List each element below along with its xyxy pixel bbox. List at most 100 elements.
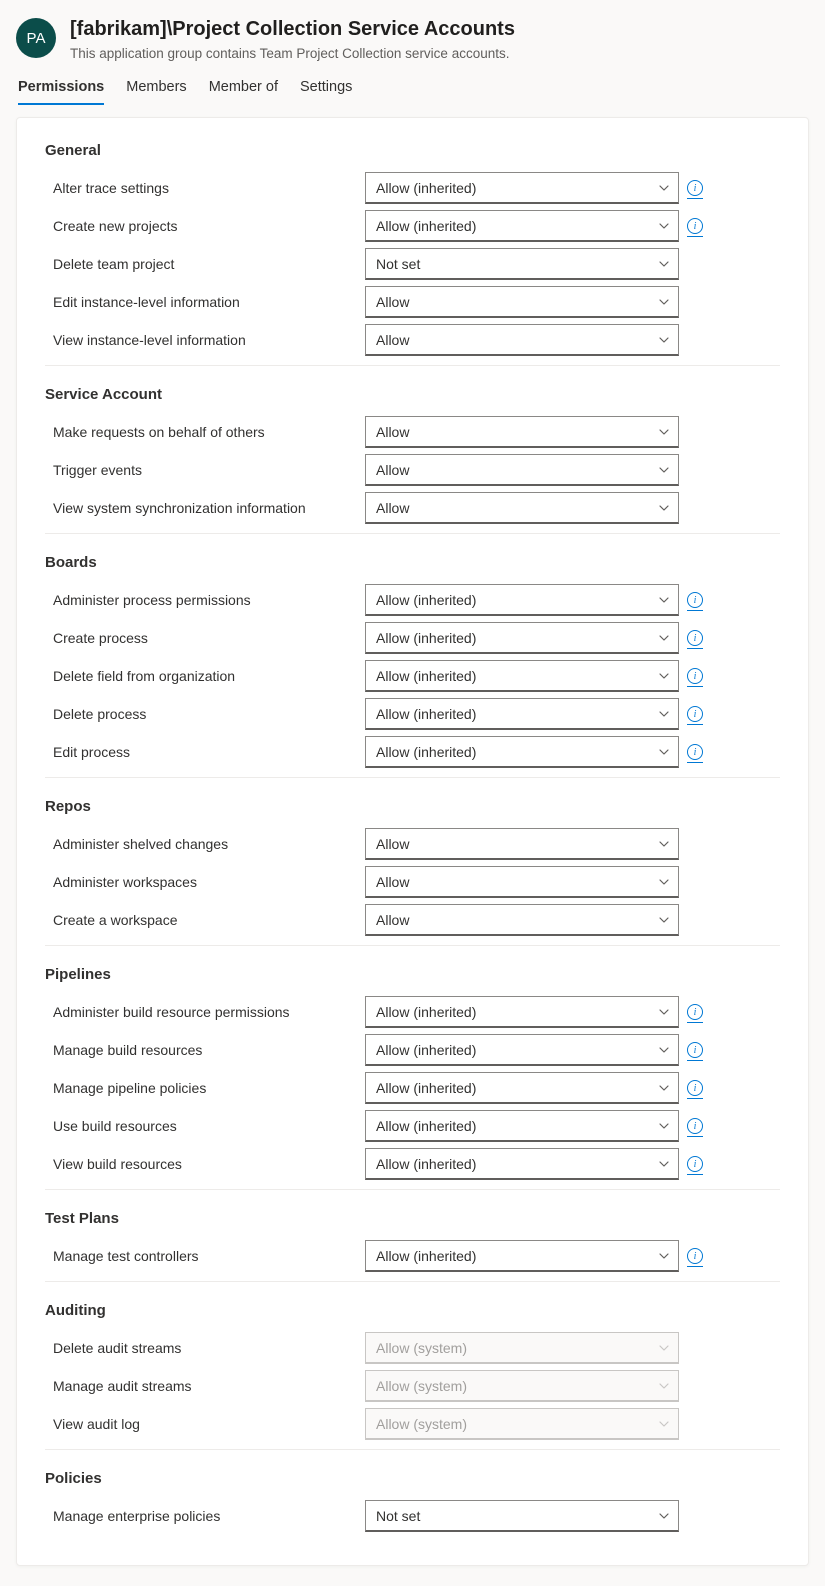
permission-select[interactable]: Not set: [365, 248, 679, 280]
permission-value: Allow (inherited): [376, 1004, 476, 1020]
permission-label: View build resources: [45, 1156, 365, 1172]
section-divider: [45, 945, 780, 946]
permission-label: Edit instance-level information: [45, 294, 365, 310]
permission-select[interactable]: Allow: [365, 454, 679, 486]
section-test-plans: Test PlansManage test controllersAllow (…: [45, 1196, 780, 1282]
permission-label: View audit log: [45, 1416, 365, 1432]
permission-value: Allow (inherited): [376, 744, 476, 760]
inherit-info-icon[interactable]: i: [687, 1004, 703, 1020]
permission-label: Administer build resource permissions: [45, 1004, 365, 1020]
permission-row: Manage pipeline policiesAllow (inherited…: [45, 1069, 780, 1107]
permission-select[interactable]: Allow (inherited): [365, 210, 679, 242]
inherit-info-icon[interactable]: i: [687, 668, 703, 684]
permission-row: Manage audit streams Allow (system): [45, 1367, 780, 1405]
permission-value: Allow: [376, 294, 409, 310]
permission-value: Allow: [376, 874, 409, 890]
permission-label: Administer shelved changes: [45, 836, 365, 852]
permission-select[interactable]: Allow: [365, 286, 679, 318]
inherit-info-cell: i: [679, 706, 711, 722]
inherit-info-icon[interactable]: i: [687, 592, 703, 608]
tab-members[interactable]: Members: [126, 73, 186, 105]
inherit-info-icon[interactable]: i: [687, 1156, 703, 1172]
permission-row: Edit instance-level information Allow: [45, 283, 780, 321]
section-auditing: AuditingDelete audit streamsAllow (syste…: [45, 1288, 780, 1450]
permission-label: View instance-level information: [45, 332, 365, 348]
chevron-down-icon: [658, 464, 670, 476]
inherit-info-cell: i: [679, 1156, 711, 1172]
permission-select[interactable]: Allow: [365, 866, 679, 898]
permission-row: View instance-level information Allow: [45, 321, 780, 359]
inherit-info-icon[interactable]: i: [687, 1042, 703, 1058]
permission-value: Allow: [376, 424, 409, 440]
permission-label: Manage audit streams: [45, 1378, 365, 1394]
permission-row: Alter trace settingsAllow (inherited)i: [45, 169, 780, 207]
section-divider: [45, 1281, 780, 1282]
permission-row: Use build resourcesAllow (inherited) i: [45, 1107, 780, 1145]
inherit-info-cell: i: [679, 592, 711, 608]
chevron-down-icon: [658, 670, 670, 682]
permission-value: Allow (inherited): [376, 630, 476, 646]
permission-select[interactable]: Allow: [365, 828, 679, 860]
tab-permissions[interactable]: Permissions: [18, 73, 104, 105]
inherit-info-icon[interactable]: i: [687, 1118, 703, 1134]
permission-select[interactable]: Allow (inherited): [365, 736, 679, 768]
inherit-info-icon[interactable]: i: [687, 1080, 703, 1096]
inherit-info-cell: i: [679, 180, 711, 196]
inherit-info-icon[interactable]: i: [687, 218, 703, 234]
tab-settings[interactable]: Settings: [300, 73, 352, 105]
section-repos: ReposAdminister shelved changesAllowAdmi…: [45, 784, 780, 946]
section-heading: Repos: [45, 784, 780, 825]
chevron-down-icon: [658, 1006, 670, 1018]
section-heading: Auditing: [45, 1288, 780, 1329]
permission-label: Manage build resources: [45, 1042, 365, 1058]
inherit-info-cell: i: [679, 1248, 711, 1264]
permission-select[interactable]: Allow: [365, 416, 679, 448]
permission-select[interactable]: Allow (inherited): [365, 1072, 679, 1104]
permission-select[interactable]: Allow (inherited): [365, 172, 679, 204]
chevron-down-icon: [658, 1418, 670, 1430]
chevron-down-icon: [658, 426, 670, 438]
inherit-info-icon[interactable]: i: [687, 744, 703, 760]
inherit-info-icon[interactable]: i: [687, 1248, 703, 1264]
permission-value: Allow (inherited): [376, 1156, 476, 1172]
permission-value: Allow: [376, 332, 409, 348]
permission-value: Allow (system): [376, 1378, 467, 1394]
permission-select[interactable]: Allow (inherited): [365, 698, 679, 730]
inherit-info-icon[interactable]: i: [687, 180, 703, 196]
section-heading: Test Plans: [45, 1196, 780, 1237]
permission-select[interactable]: Allow (inherited): [365, 1110, 679, 1142]
permission-value: Allow (inherited): [376, 706, 476, 722]
permission-label: Create process: [45, 630, 365, 646]
permission-value: Allow (inherited): [376, 218, 476, 234]
inherit-info-cell: i: [679, 630, 711, 646]
permission-select[interactable]: Allow (inherited): [365, 1148, 679, 1180]
permission-row: Create new projectsAllow (inherited)i: [45, 207, 780, 245]
permission-label: Edit process: [45, 744, 365, 760]
permission-select[interactable]: Allow: [365, 492, 679, 524]
permission-select[interactable]: Allow: [365, 324, 679, 356]
permission-label: Delete team project: [45, 256, 365, 272]
permission-select[interactable]: Allow: [365, 904, 679, 936]
permission-value: Allow (inherited): [376, 592, 476, 608]
permission-select[interactable]: Not set: [365, 1500, 679, 1532]
permission-row: Administer workspacesAllow: [45, 863, 780, 901]
permission-select[interactable]: Allow (inherited): [365, 996, 679, 1028]
chevron-down-icon: [658, 594, 670, 606]
inherit-info-cell: i: [679, 744, 711, 760]
permission-label: Use build resources: [45, 1118, 365, 1134]
permission-select[interactable]: Allow (inherited): [365, 1034, 679, 1066]
page-subtitle: This application group contains Team Pro…: [70, 46, 809, 61]
permission-select[interactable]: Allow (inherited): [365, 660, 679, 692]
chevron-down-icon: [658, 1044, 670, 1056]
inherit-info-icon[interactable]: i: [687, 706, 703, 722]
chevron-down-icon: [658, 1510, 670, 1522]
permission-select[interactable]: Allow (inherited): [365, 584, 679, 616]
permission-row: View audit logAllow (system): [45, 1405, 780, 1443]
permission-row: Manage test controllersAllow (inherited)…: [45, 1237, 780, 1275]
inherit-info-icon[interactable]: i: [687, 630, 703, 646]
permission-select[interactable]: Allow (inherited): [365, 1240, 679, 1272]
tab-member-of[interactable]: Member of: [209, 73, 278, 105]
permission-select[interactable]: Allow (inherited): [365, 622, 679, 654]
permission-value: Allow (inherited): [376, 1080, 476, 1096]
permission-value: Allow (inherited): [376, 668, 476, 684]
